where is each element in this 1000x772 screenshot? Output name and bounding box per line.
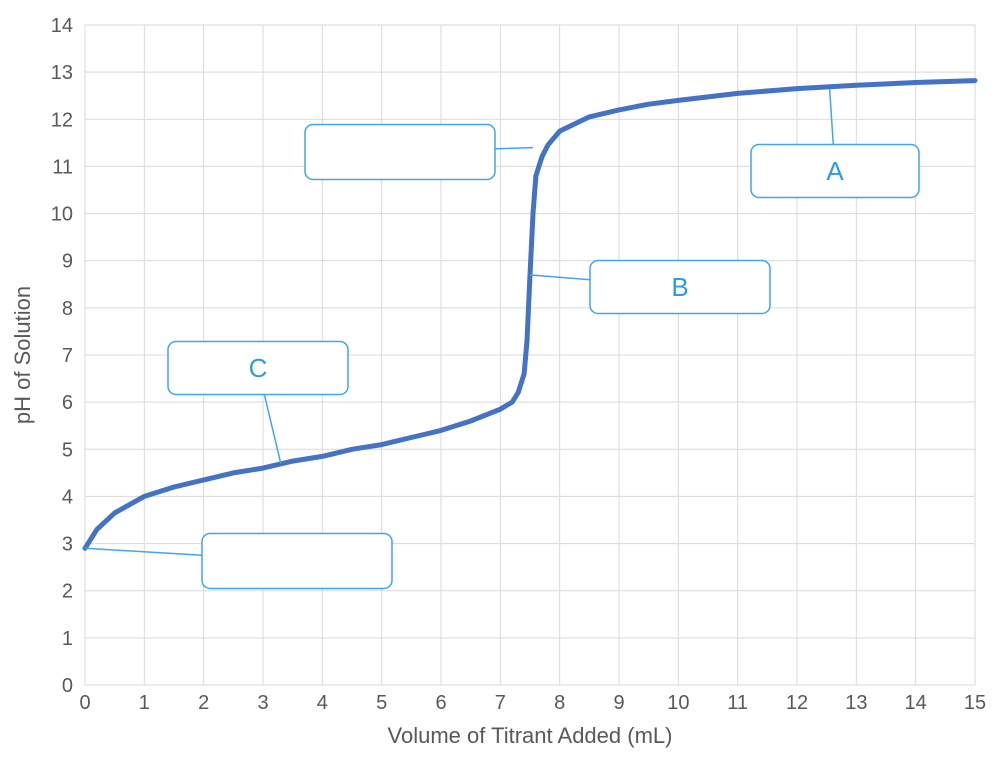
x-tick-label: 11 xyxy=(727,692,748,714)
x-tick-label: 15 xyxy=(964,692,986,714)
x-tick-label: 3 xyxy=(257,692,268,714)
x-tick-label: 12 xyxy=(786,692,808,714)
x-axis-label: Volume of Titrant Added (mL) xyxy=(388,723,673,748)
x-tick-label: 1 xyxy=(139,692,150,714)
y-tick-label: 2 xyxy=(62,581,73,603)
y-tick-label: 10 xyxy=(51,204,73,226)
x-tick-label: 5 xyxy=(376,692,387,714)
callout-leader xyxy=(85,548,202,555)
callout-leader xyxy=(264,395,280,464)
callout-leader xyxy=(830,89,834,145)
y-tick-label: 1 xyxy=(62,628,73,650)
x-tick-label: 9 xyxy=(613,692,624,714)
callout-label-C: C xyxy=(249,353,268,383)
chart-svg: 0123456789101112131415012345678910111213… xyxy=(0,0,1000,772)
x-tick-label: 8 xyxy=(554,692,565,714)
y-tick-label: 8 xyxy=(62,298,73,320)
x-tick-label: 13 xyxy=(845,692,867,714)
y-tick-label: 13 xyxy=(51,62,73,84)
y-tick-label: 9 xyxy=(62,251,73,273)
callout-label-B: B xyxy=(671,272,688,302)
y-tick-label: 4 xyxy=(62,486,73,508)
y-tick-label: 5 xyxy=(62,439,73,461)
x-tick-label: 2 xyxy=(198,692,209,714)
x-tick-label: 4 xyxy=(317,692,328,714)
callout-box-box_top xyxy=(305,125,495,180)
x-tick-label: 6 xyxy=(435,692,446,714)
x-tick-label: 14 xyxy=(905,692,927,714)
y-tick-label: 6 xyxy=(62,392,73,414)
x-tick-label: 7 xyxy=(495,692,506,714)
titration-chart: 0123456789101112131415012345678910111213… xyxy=(0,0,1000,772)
y-tick-label: 0 xyxy=(62,675,73,697)
x-tick-label: 10 xyxy=(667,692,689,714)
callout-label-A: A xyxy=(826,156,844,186)
callout-box-box_bottom xyxy=(202,534,392,589)
x-tick-label: 0 xyxy=(79,692,90,714)
y-tick-label: 14 xyxy=(51,15,73,37)
y-axis-label: pH of Solution xyxy=(10,286,35,424)
y-tick-label: 12 xyxy=(51,109,73,131)
y-tick-label: 3 xyxy=(62,534,73,556)
y-tick-label: 7 xyxy=(62,345,73,367)
y-tick-label: 11 xyxy=(52,156,73,178)
